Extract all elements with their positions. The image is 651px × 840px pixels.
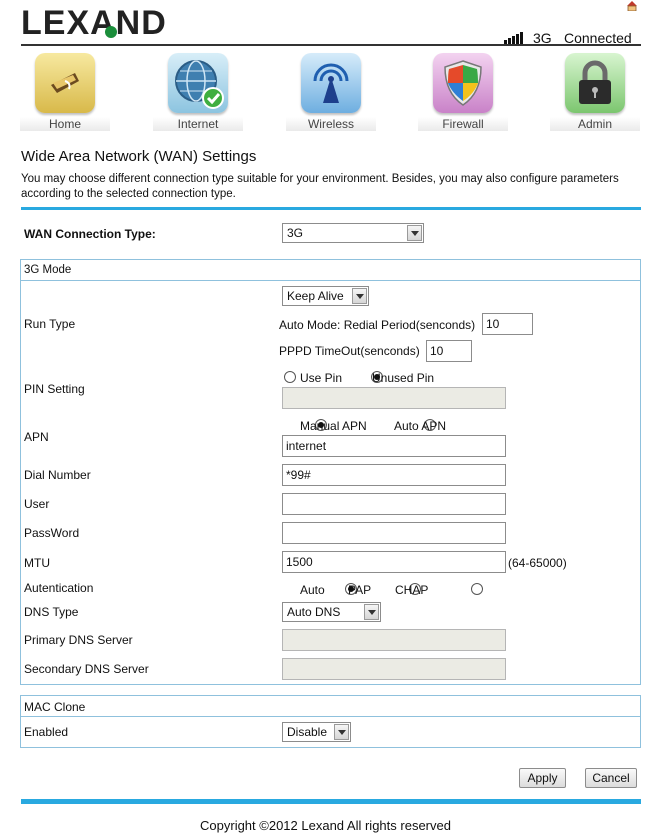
apn-input[interactable]: internet (282, 435, 506, 457)
chevron-down-icon (334, 724, 349, 740)
dial-number-input[interactable]: *99# (282, 464, 506, 486)
dns-type-label: DNS Type (24, 605, 79, 619)
dial-number-label: Dial Number (24, 468, 91, 482)
use-pin-label: Use Pin (300, 371, 343, 385)
password-input[interactable] (282, 522, 506, 544)
3g-mode-header (21, 260, 640, 281)
authentication-label: Autentication (24, 581, 94, 595)
chevron-down-icon (407, 225, 422, 241)
nav-wireless-label: Wireless (286, 117, 376, 131)
home-icon (35, 53, 95, 113)
redial-period-input[interactable]: 10 (482, 313, 533, 335)
user-input[interactable] (282, 493, 506, 515)
apn-value: internet (286, 439, 327, 453)
unused-pin-label: Unused Pin (372, 371, 435, 385)
run-type-value: Keep Alive (287, 289, 344, 303)
primary-dns-input[interactable] (282, 629, 506, 651)
nav-wireless[interactable]: Wireless (286, 53, 376, 135)
footer-divider (21, 799, 641, 804)
padlock-icon (565, 53, 625, 113)
header-divider (21, 44, 641, 46)
chevron-down-icon (352, 288, 367, 304)
nav-home-label: Home (20, 117, 110, 131)
home-shortcut-icon[interactable] (626, 0, 638, 12)
dns-type-value: Auto DNS (287, 605, 341, 619)
signal-strength-icon (504, 31, 524, 45)
auth-chap-radio[interactable] (471, 583, 484, 595)
chevron-down-icon (364, 604, 379, 620)
page-title: Wide Area Network (WAN) Settings (21, 148, 257, 165)
redial-period-value: 10 (486, 317, 500, 331)
3g-mode-title: 3G Mode (24, 264, 72, 276)
nav-admin[interactable]: Admin (550, 53, 640, 135)
title-divider (21, 207, 641, 210)
manual-apn-label: Manual APN (300, 419, 367, 433)
run-type-select[interactable]: Keep Alive (282, 286, 369, 306)
firewall-shield-icon (433, 53, 493, 113)
pppd-timeout-value: 10 (430, 344, 444, 358)
mac-clone-enabled-value: Disable (287, 725, 328, 739)
apply-button[interactable]: Apply (519, 768, 566, 788)
wan-connection-type-label: WAN Connection Type: (24, 227, 156, 241)
mtu-input[interactable]: 1500 (282, 551, 506, 573)
run-type-label: Run Type (24, 317, 76, 331)
logo: LEXAND (21, 4, 167, 42)
nav-firewall[interactable]: Firewall (418, 53, 508, 135)
auto-apn-label: Auto APN (394, 419, 447, 433)
nav-home[interactable]: Home (20, 53, 110, 135)
nav-internet-label: Internet (153, 117, 243, 131)
mac-clone-enabled-select[interactable]: Disable (282, 722, 351, 742)
use-pin-radio[interactable] (284, 371, 296, 383)
password-label: PassWord (24, 526, 80, 540)
logo-text: LEXAND (21, 4, 167, 42)
auth-auto-label: Auto (300, 583, 325, 597)
auth-pap-label: PAP (348, 583, 372, 597)
mtu-value: 1500 (286, 555, 313, 569)
primary-dns-label: Primary DNS Server (24, 633, 133, 647)
nav-firewall-label: Firewall (418, 117, 508, 131)
auth-chap-label: CHAP (395, 583, 429, 597)
logo-dot-icon (105, 26, 117, 38)
dial-number-value: *99# (286, 468, 311, 482)
wan-connection-type-select[interactable]: 3G (282, 223, 424, 243)
mac-clone-enabled-label: Enabled (24, 725, 69, 739)
dns-type-select[interactable]: Auto DNS (282, 602, 381, 622)
wireless-icon (301, 53, 361, 113)
nav-internet[interactable]: Internet (153, 53, 243, 135)
redial-period-label: Auto Mode: Redial Period(senconds) (279, 318, 476, 332)
mac-clone-header (21, 696, 640, 717)
cancel-button[interactable]: Cancel (585, 768, 637, 788)
mac-clone-title: MAC Clone (24, 700, 86, 714)
apn-label: APN (24, 430, 49, 444)
pppd-timeout-label: PPPD TimeOut(senconds) (279, 344, 420, 358)
mtu-label: MTU (24, 556, 50, 570)
pppd-timeout-input[interactable]: 10 (426, 340, 472, 362)
user-label: User (24, 497, 50, 511)
nav-admin-label: Admin (550, 117, 640, 131)
pin-input[interactable] (282, 387, 506, 409)
secondary-dns-label: Secondary DNS Server (24, 662, 149, 676)
mtu-range-hint: (64-65000) (508, 556, 567, 570)
page-description: You may choose different connection type… (21, 173, 619, 200)
footer-copyright: Copyright ©2012 Lexand All rights reserv… (200, 818, 451, 833)
globe-icon (168, 53, 228, 113)
pin-setting-label: PIN Setting (24, 382, 85, 396)
wan-connection-type-value: 3G (287, 226, 304, 240)
secondary-dns-input[interactable] (282, 658, 506, 680)
